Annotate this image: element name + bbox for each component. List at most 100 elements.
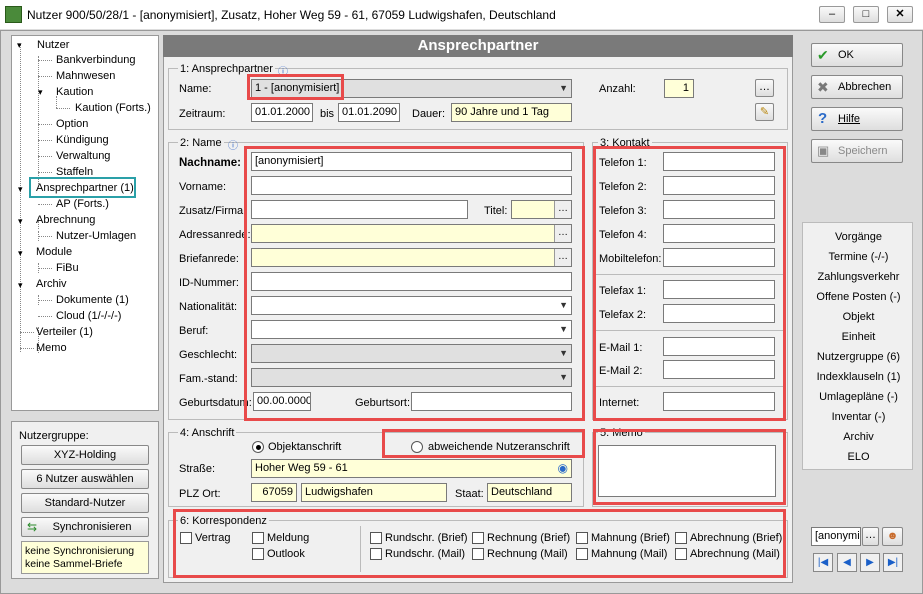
geburtsort-input[interactable] bbox=[411, 392, 572, 411]
link-indexklauseln[interactable]: Indexklauseln (1) bbox=[803, 371, 914, 383]
link-termine[interactable]: Termine (-/-) bbox=[803, 251, 914, 263]
sync-button[interactable]: ⇆ Synchronisieren bbox=[21, 517, 149, 537]
tree-verwaltung[interactable]: Verwaltung bbox=[56, 150, 110, 162]
related-links: Vorgänge Termine (-/-) Zahlungsverkehr O… bbox=[802, 222, 913, 470]
tree-kaution[interactable]: Kaution bbox=[56, 86, 93, 98]
mail1-input[interactable] bbox=[663, 337, 775, 356]
telefon3-input[interactable] bbox=[663, 200, 775, 219]
tree-kuendigung[interactable]: Kündigung bbox=[56, 134, 109, 146]
link-elo[interactable]: ELO bbox=[803, 451, 914, 463]
globe-icon[interactable]: ◉ bbox=[558, 461, 568, 475]
nationalitaet-label: Nationalität: bbox=[179, 301, 238, 313]
anzahl-more-button[interactable]: … bbox=[755, 79, 774, 97]
mahnung-mail-checkbox[interactable] bbox=[576, 548, 588, 560]
telefon2-input[interactable] bbox=[663, 176, 775, 195]
tree-ansprechpartner[interactable]: Ansprechpartner (1) bbox=[36, 182, 134, 194]
meldung-checkbox[interactable] bbox=[252, 532, 264, 544]
maximize-button[interactable]: □ bbox=[853, 6, 879, 23]
vertrag-checkbox[interactable] bbox=[180, 532, 192, 544]
tree-fibu[interactable]: FiBu bbox=[56, 262, 79, 274]
tree-abrechnung[interactable]: Abrechnung bbox=[36, 214, 95, 226]
abweichende-anschrift-radio[interactable] bbox=[411, 441, 423, 453]
id-input[interactable] bbox=[251, 272, 572, 291]
abrechnung-mail-checkbox[interactable] bbox=[675, 548, 687, 560]
next-record-button[interactable]: ▶ bbox=[860, 553, 880, 572]
tree-module[interactable]: Module bbox=[36, 246, 72, 258]
link-archiv[interactable]: Archiv bbox=[803, 431, 914, 443]
users-icon[interactable]: ☻ bbox=[882, 527, 903, 546]
outlook-checkbox[interactable] bbox=[252, 548, 264, 560]
vorname-label: Vorname: bbox=[179, 181, 227, 193]
tree-staffeln[interactable]: Staffeln bbox=[56, 166, 93, 178]
nachname-input[interactable]: [anonymisiert] bbox=[251, 152, 572, 171]
ansprechpartner-select[interactable]: 1 - [anonymisiert] ▼ bbox=[251, 79, 572, 98]
rundschr-brief-checkbox[interactable] bbox=[370, 532, 382, 544]
beruf-select[interactable]: ▼ bbox=[251, 320, 572, 339]
vorname-input[interactable] bbox=[251, 176, 572, 195]
memo-textarea[interactable] bbox=[598, 445, 776, 497]
rundschr-mail-checkbox[interactable] bbox=[370, 548, 382, 560]
link-zahlungsverkehr[interactable]: Zahlungsverkehr bbox=[803, 271, 914, 283]
cancel-button[interactable]: ✖ Abbrechen bbox=[811, 75, 903, 99]
geburtsdatum-label: Geburtsdatum: bbox=[179, 397, 252, 409]
last-record-button[interactable]: ▶| bbox=[883, 553, 903, 572]
tree-cloud[interactable]: Cloud (1/-/-/-) bbox=[56, 310, 121, 322]
tree-verteiler[interactable]: Verteiler (1) bbox=[36, 326, 93, 338]
dauer-label: Dauer: bbox=[412, 108, 446, 120]
tree-mahnwesen[interactable]: Mahnwesen bbox=[56, 70, 115, 82]
link-umlageplaene[interactable]: Umlagepläne (-) bbox=[803, 391, 914, 403]
note-icon[interactable]: ✎ bbox=[755, 103, 774, 121]
fax2-input[interactable] bbox=[663, 304, 775, 323]
abrechnung-brief-checkbox[interactable] bbox=[675, 532, 687, 544]
internet-input[interactable] bbox=[663, 392, 775, 411]
zeitraum-bis[interactable]: 01.01.2090 bbox=[338, 103, 400, 122]
save-button[interactable]: ▣ Speichern bbox=[811, 139, 903, 163]
minimize-button[interactable]: – bbox=[819, 6, 845, 23]
nationalitaet-select[interactable]: ▼ bbox=[251, 296, 572, 315]
link-nutzergruppe[interactable]: Nutzergruppe (6) bbox=[803, 351, 914, 363]
mobil-input[interactable] bbox=[663, 248, 775, 267]
rechnung-brief-checkbox[interactable] bbox=[472, 532, 484, 544]
link-offene-posten[interactable]: Offene Posten (-) bbox=[803, 291, 914, 303]
xyz-holding-button[interactable]: XYZ-Holding bbox=[21, 445, 149, 465]
mail2-input[interactable] bbox=[663, 360, 775, 379]
ok-button[interactable]: ✔ OK bbox=[811, 43, 903, 67]
tree-ap-forts[interactable]: AP (Forts.) bbox=[56, 198, 109, 210]
tree-dokumente[interactable]: Dokumente (1) bbox=[56, 294, 129, 306]
famstand-select[interactable]: ▼ bbox=[251, 368, 572, 387]
tree-archiv[interactable]: Archiv bbox=[36, 278, 67, 290]
search-input[interactable]: [anonymi bbox=[811, 527, 861, 546]
link-vorgaenge[interactable]: Vorgänge bbox=[803, 231, 914, 243]
tree-nutzer-umlagen[interactable]: Nutzer-Umlagen bbox=[56, 230, 136, 242]
title-bar: Nutzer 900/50/28/1 - [anonymisiert], Zus… bbox=[0, 0, 923, 30]
link-inventar[interactable]: Inventar (-) bbox=[803, 411, 914, 423]
search-more-button[interactable]: … bbox=[862, 527, 879, 546]
fax1-input[interactable] bbox=[663, 280, 775, 299]
titel-input[interactable]: … bbox=[511, 200, 572, 219]
zusatz-input[interactable] bbox=[251, 200, 468, 219]
mahnung-brief-checkbox[interactable] bbox=[576, 532, 588, 544]
prev-record-button[interactable]: ◀ bbox=[837, 553, 857, 572]
first-record-button[interactable]: |◀ bbox=[813, 553, 833, 572]
standard-user-button[interactable]: Standard-Nutzer bbox=[21, 493, 149, 513]
rechnung-mail-checkbox[interactable] bbox=[472, 548, 484, 560]
help-button[interactable]: ? Hilfe bbox=[811, 107, 903, 131]
adressanrede-input[interactable]: … bbox=[251, 224, 572, 243]
link-einheit[interactable]: Einheit bbox=[803, 331, 914, 343]
mail1-label: E-Mail 1: bbox=[599, 342, 643, 354]
tree-memo[interactable]: Memo bbox=[36, 342, 67, 354]
tree-option[interactable]: Option bbox=[56, 118, 88, 130]
select-users-button[interactable]: 6 Nutzer auswählen bbox=[21, 469, 149, 489]
tree-bankverbindung[interactable]: Bankverbindung bbox=[56, 54, 136, 66]
telefon4-input[interactable] bbox=[663, 224, 775, 243]
geschlecht-select[interactable]: ▼ bbox=[251, 344, 572, 363]
link-objekt[interactable]: Objekt bbox=[803, 311, 914, 323]
close-button[interactable]: ✕ bbox=[887, 6, 913, 23]
zeitraum-von[interactable]: 01.01.2000 bbox=[251, 103, 313, 122]
telefon1-input[interactable] bbox=[663, 152, 775, 171]
objektanschrift-radio[interactable] bbox=[252, 441, 264, 453]
tree-kaution-forts[interactable]: Kaution (Forts.) bbox=[75, 102, 151, 114]
tree-nutzer[interactable]: Nutzer bbox=[37, 39, 69, 51]
briefanrede-input[interactable]: … bbox=[251, 248, 572, 267]
geburtsdatum-input[interactable]: 00.00.0000 bbox=[253, 392, 311, 411]
